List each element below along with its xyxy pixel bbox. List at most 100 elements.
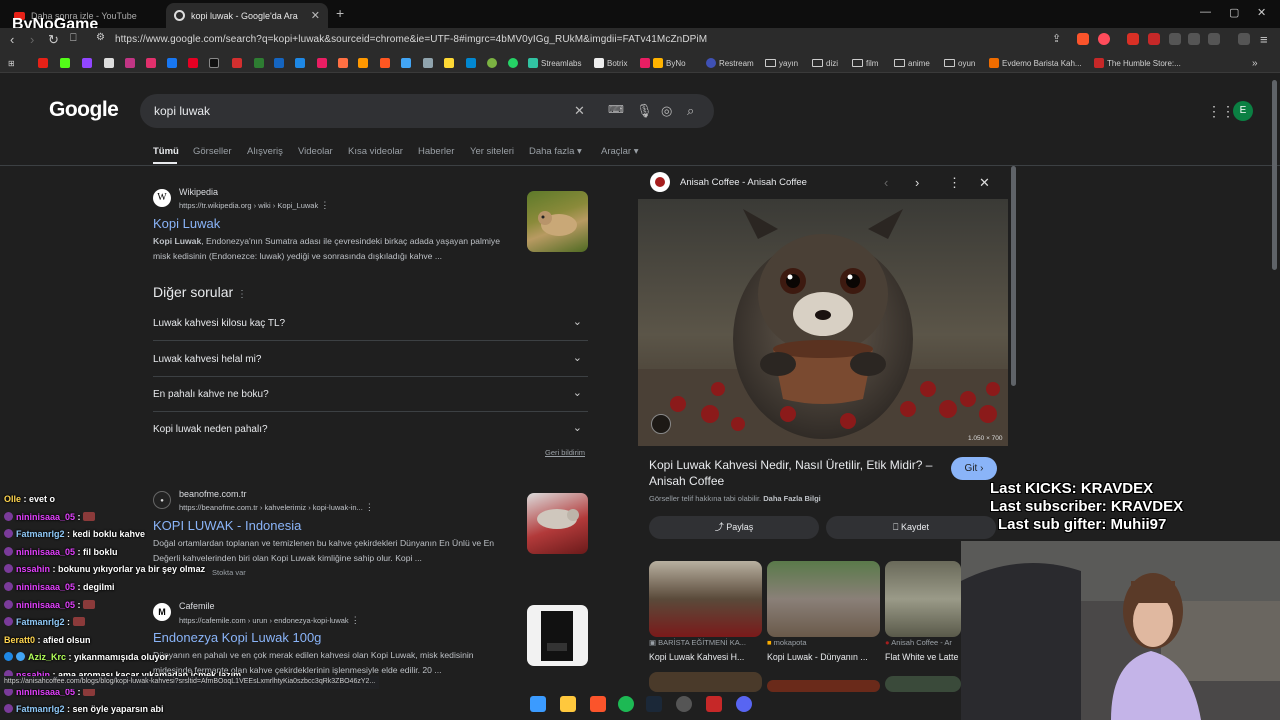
tab-places[interactable]: Yer siteleri	[470, 146, 514, 157]
result-title[interactable]: KOPI LUWAK - Indonesia	[153, 518, 301, 533]
x-bookmark-icon[interactable]	[104, 58, 114, 68]
lens-search-icon[interactable]	[651, 414, 671, 434]
site-info-icon[interactable]: ⚙	[96, 32, 105, 43]
facebook-bookmark-icon[interactable]	[167, 58, 177, 68]
rewards-icon[interactable]	[1098, 33, 1110, 45]
maximize-icon[interactable]: ▢	[1229, 6, 1239, 19]
panel-title[interactable]: Kopi Luwak Kahvesi Nedir, Nasıl Üretilir…	[649, 457, 939, 489]
youtube-bookmark-icon[interactable]	[38, 58, 48, 68]
save-button[interactable]: ⎕ Kaydet	[826, 516, 996, 539]
paa-item[interactable]: Luwak kahvesi kilosu kaç TL? ⌄	[153, 306, 588, 341]
new-tab-button[interactable]: +	[336, 5, 344, 21]
tab-all[interactable]: Tümü	[153, 146, 179, 157]
related-title[interactable]: Kopi Luwak Kahvesi H...	[649, 652, 744, 662]
tab-videos[interactable]: Videolar	[298, 146, 333, 157]
related-image[interactable]	[649, 672, 762, 692]
obs-icon[interactable]	[676, 696, 692, 712]
share-button[interactable]: ⤴ Paylaş	[649, 516, 819, 539]
tab-images[interactable]: Görseller	[193, 146, 232, 157]
brave-icon[interactable]	[590, 696, 606, 712]
result-thumbnail[interactable]	[527, 493, 588, 554]
close-icon[interactable]: ✕	[979, 175, 990, 191]
bookmark-folder-film[interactable]: film	[852, 56, 878, 70]
related-title[interactable]: Kopi Luwak - Dünyanın ...	[767, 652, 868, 662]
bookmark-icon[interactable]	[338, 58, 348, 68]
more-bookmarks-icon[interactable]: »	[1252, 56, 1258, 70]
related-image[interactable]	[885, 561, 961, 637]
bookmark-evdemo[interactable]: Evdemo Barista Kah...	[989, 56, 1082, 70]
steam-icon[interactable]	[646, 696, 662, 712]
brave-shield-icon[interactable]	[1077, 33, 1089, 45]
mic-icon[interactable]: 🎙	[636, 103, 653, 119]
bookmark-icon[interactable]	[295, 58, 305, 68]
google-apps-icon[interactable]: ⋮⋮	[1207, 103, 1235, 120]
page-scrollbar[interactable]	[1272, 80, 1277, 270]
bookmark-icon[interactable]	[380, 58, 390, 68]
bookmark-icon[interactable]	[423, 58, 433, 68]
keyboard-icon[interactable]: ⌨	[608, 103, 624, 116]
tab-shopping[interactable]: Alışveriş	[247, 146, 283, 157]
apps-icon[interactable]: ⊞	[8, 56, 15, 70]
bookmark-icon[interactable]	[125, 58, 135, 68]
bookmark-icon[interactable]	[444, 58, 454, 68]
bookmark-botrix[interactable]: Botrix	[594, 56, 627, 70]
bookmark-folder-oyun[interactable]: oyun	[944, 56, 975, 70]
sidebar-icon[interactable]	[1208, 33, 1220, 45]
app-icon[interactable]	[706, 696, 722, 712]
bookmark-folder-anime[interactable]: anime	[894, 56, 930, 70]
bookmark-icon[interactable]	[466, 58, 476, 68]
go-button[interactable]: Git ›	[951, 457, 997, 480]
result-thumbnail[interactable]	[527, 605, 588, 666]
wallet-icon[interactable]	[1238, 33, 1250, 45]
tab-short-videos[interactable]: Kısa videolar	[348, 146, 403, 157]
result-title[interactable]: Kopi Luwak	[153, 216, 220, 231]
search-icon[interactable]: ⌕	[687, 103, 694, 119]
bookmark-icon[interactable]	[254, 58, 264, 68]
google-logo[interactable]: Google	[49, 98, 119, 122]
lens-icon[interactable]: ◎	[661, 103, 672, 119]
related-image[interactable]	[885, 676, 961, 692]
bookmark-icon[interactable]: ⎕	[70, 32, 77, 45]
spotify-icon[interactable]	[618, 696, 634, 712]
bookmark-icon[interactable]	[358, 58, 368, 68]
forward-icon[interactable]: ›	[30, 32, 34, 47]
instagram-bookmark-icon[interactable]	[146, 58, 156, 68]
search-input[interactable]: kopi luwak	[154, 104, 210, 118]
menu-icon[interactable]: ≡	[1260, 32, 1268, 47]
bookmark-icon[interactable]	[232, 58, 242, 68]
extension-icon[interactable]	[1169, 33, 1181, 45]
whatsapp-bookmark-icon[interactable]	[508, 58, 518, 68]
related-image[interactable]	[767, 561, 880, 637]
search-box[interactable]: kopi luwak ✕ ⌨ 🎙 ◎ ⌕	[140, 94, 714, 128]
related-image[interactable]	[649, 561, 762, 637]
gmail-icon[interactable]	[1127, 33, 1139, 45]
related-title[interactable]: Flat White ve Latte	[885, 652, 958, 662]
paa-item[interactable]: Luwak kahvesi helal mi? ⌄	[153, 342, 588, 377]
related-image[interactable]	[767, 680, 880, 692]
next-icon[interactable]: ›	[915, 175, 919, 190]
file-explorer-icon[interactable]	[560, 696, 576, 712]
feedback-link[interactable]: Geri bildirim	[545, 448, 585, 457]
result-title[interactable]: Endonezya Kopi Luwak 100g	[153, 630, 321, 645]
back-icon[interactable]: ‹	[10, 32, 14, 47]
bookmark-icon[interactable]	[401, 58, 411, 68]
minimize-icon[interactable]: —	[1200, 6, 1211, 18]
panel-source[interactable]: Anisah Coffee - Anisah Coffee	[680, 177, 807, 188]
windows-start-icon[interactable]	[530, 696, 546, 712]
bookmark-icon[interactable]	[317, 58, 327, 68]
result-thumbnail[interactable]	[527, 191, 588, 252]
pinterest-bookmark-icon[interactable]	[188, 58, 198, 68]
previous-icon[interactable]: ‹	[884, 175, 888, 190]
kick-bookmark-icon[interactable]	[60, 58, 70, 68]
extension-icon[interactable]	[1148, 33, 1160, 45]
bookmark-folder-dizi[interactable]: dizi	[812, 56, 838, 70]
paa-item[interactable]: En pahalı kahve ne boku? ⌄	[153, 377, 588, 412]
tab-more[interactable]: Daha fazla ▾	[529, 146, 582, 157]
tab-google[interactable]: kopi luwak - Google'da Ara ✕	[166, 3, 328, 28]
twitch-bookmark-icon[interactable]	[82, 58, 92, 68]
extensions-icon[interactable]	[1188, 33, 1200, 45]
bookmark-icon[interactable]	[487, 58, 497, 68]
bookmark-folder-yayin[interactable]: yayın	[765, 56, 798, 70]
discord-icon[interactable]	[736, 696, 752, 712]
bookmark-icon[interactable]	[274, 58, 284, 68]
